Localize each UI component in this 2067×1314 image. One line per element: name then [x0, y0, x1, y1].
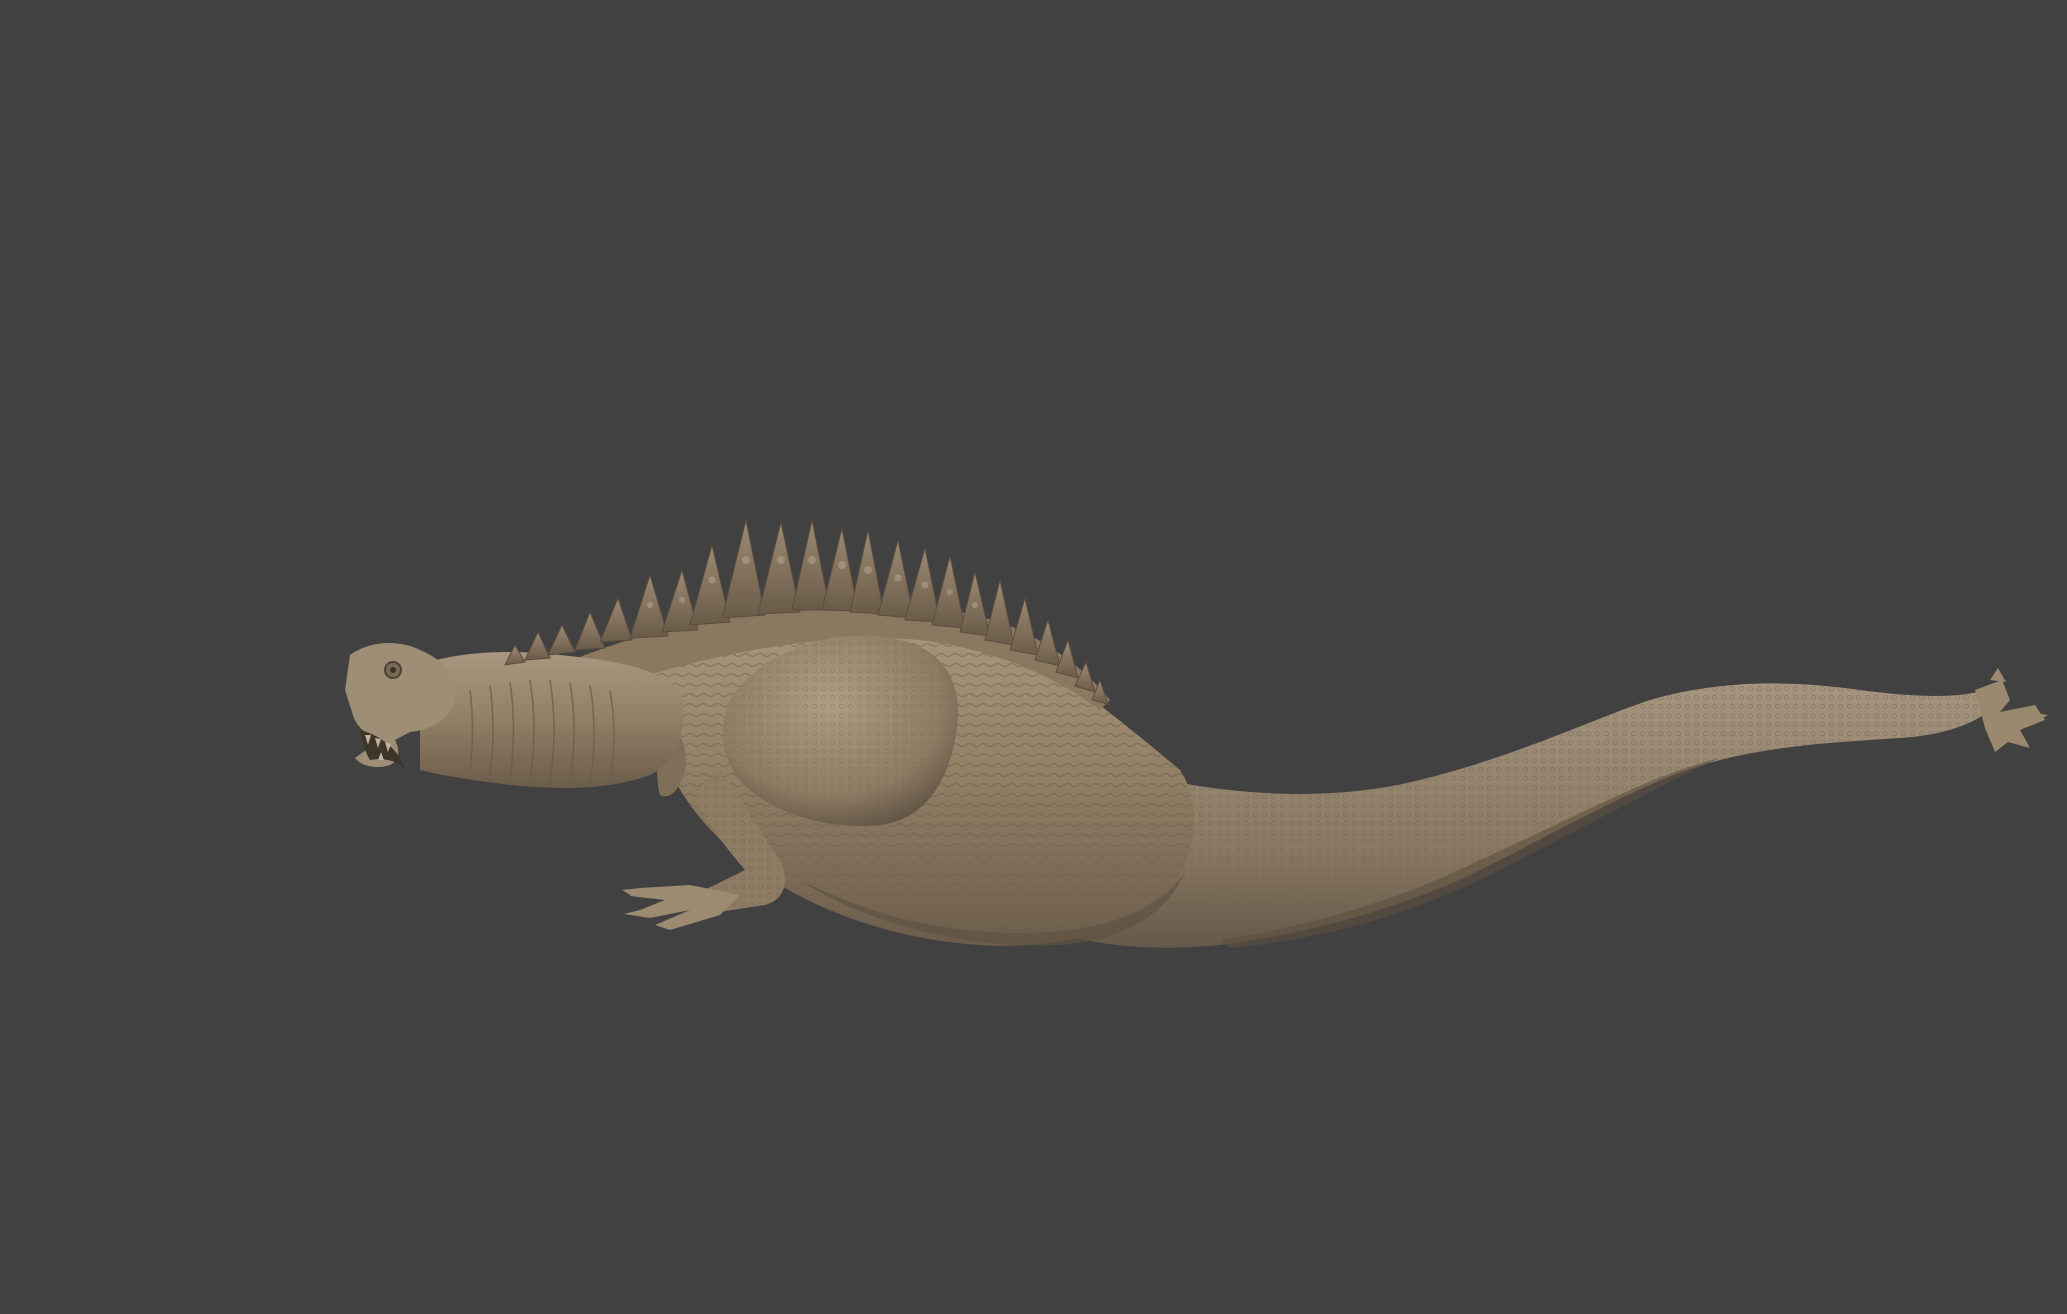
foot: [622, 885, 740, 930]
tail-tip: [1975, 668, 2048, 752]
sculpt-model[interactable]: [0, 0, 2067, 1314]
3d-viewport[interactable]: [0, 0, 2067, 1314]
